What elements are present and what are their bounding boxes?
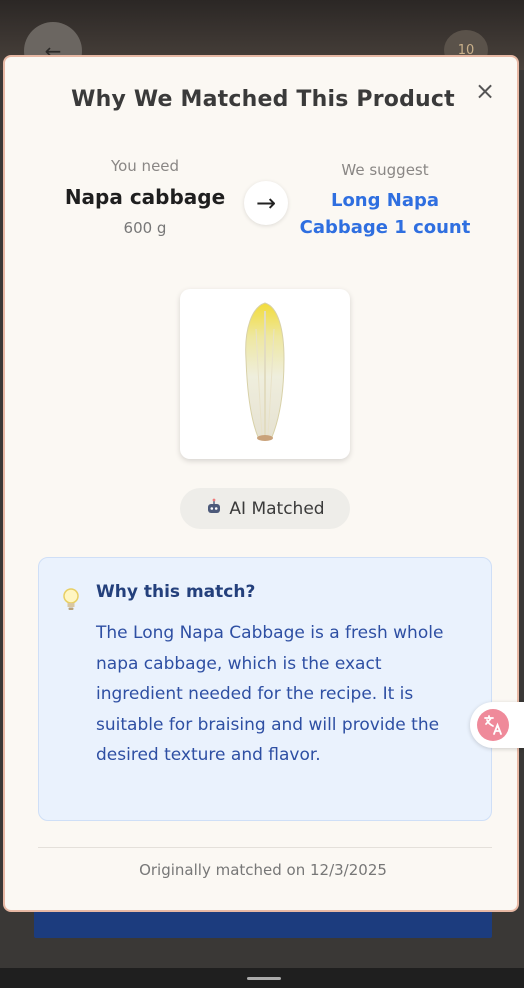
need-name: Napa cabbage [64,185,226,209]
product-image [180,289,350,459]
match-explanation-modal: Why We Matched This Product × You need N… [3,55,519,912]
badge-label: AI Matched [229,498,325,519]
napa-cabbage-image [245,302,285,441]
why-title: Why this match? [96,582,256,602]
needed-ingredient: You need Napa cabbage 600 g [50,157,240,237]
robot-icon [205,498,223,520]
arrow-right-icon: → [244,181,288,225]
matched-date: Originally matched on 12/3/2025 [139,861,387,879]
lightbulb-icon [61,586,81,614]
suggest-label: We suggest [341,161,429,179]
modal-title: Why We Matched This Product [71,87,455,112]
arrow-glyph: → [255,189,277,217]
translate-icon [477,709,509,741]
close-button[interactable]: × [471,77,499,105]
suggested-product: We suggest Long Napa Cabbage 1 count [290,161,480,241]
need-label: You need [110,157,180,175]
need-quantity: 600 g [123,219,167,237]
nav-handle[interactable] [247,977,281,980]
close-icon: × [474,77,496,105]
divider [38,847,492,848]
translate-button[interactable] [470,702,524,748]
suggest-name[interactable]: Long Napa Cabbage 1 count [290,187,480,241]
why-match-panel: Why this match? The Long Napa Cabbage is… [38,557,492,821]
ai-matched-badge: AI Matched [180,488,350,529]
why-text: The Long Napa Cabbage is a fresh whole n… [96,623,444,765]
system-nav-bar [0,968,524,988]
